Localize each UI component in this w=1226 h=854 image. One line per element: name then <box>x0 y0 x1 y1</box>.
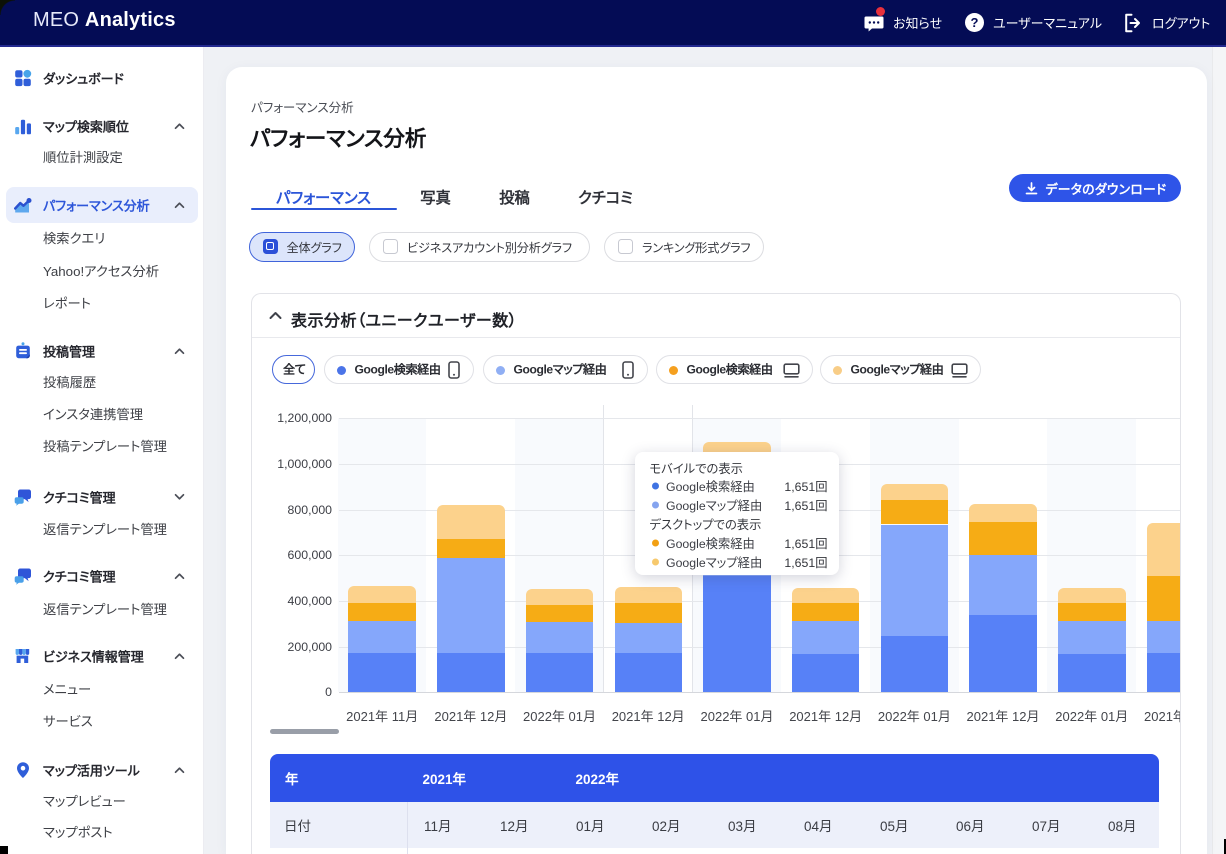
svg-text:?: ? <box>971 15 979 30</box>
